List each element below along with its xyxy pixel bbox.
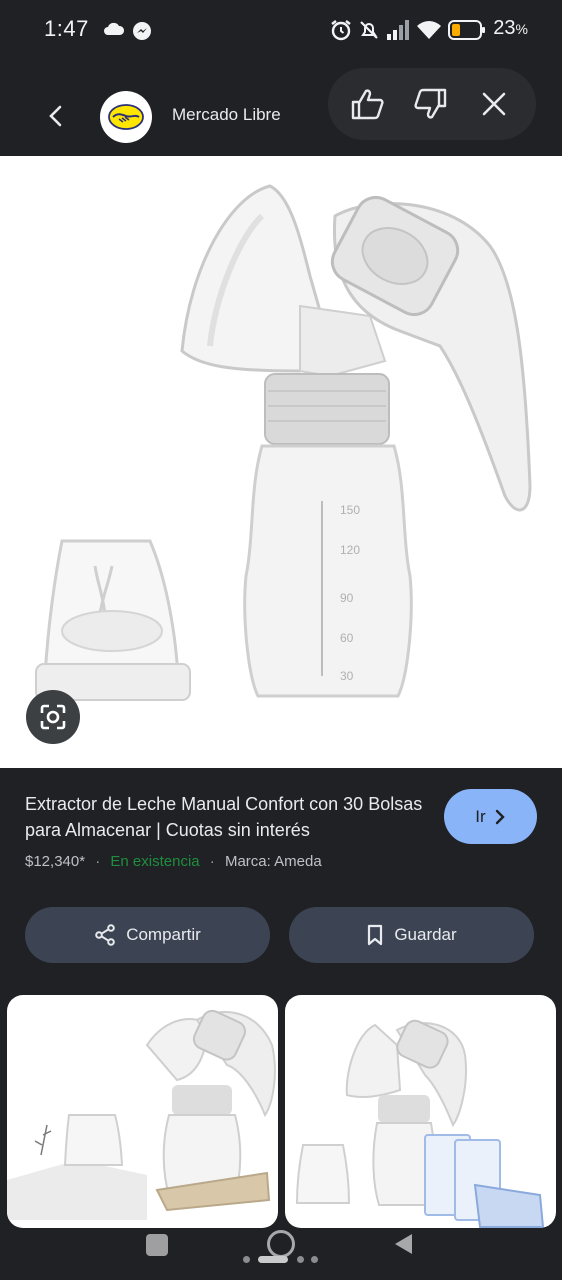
- status-bar: 1:47 23%: [0, 0, 562, 60]
- related-image-1[interactable]: [7, 995, 278, 1228]
- alarm-icon: [330, 19, 352, 46]
- separator-dot: ·: [209, 853, 215, 870]
- messenger-icon: [132, 21, 152, 46]
- home-nav-icon[interactable]: [267, 1230, 295, 1258]
- google-lens-button[interactable]: [26, 690, 80, 744]
- handshake-logo-icon: [108, 104, 144, 130]
- signal-icon: [386, 19, 410, 46]
- site-name: Mercado Libre: [172, 105, 281, 124]
- page-indicator-dot: [243, 1256, 250, 1263]
- back-button[interactable]: [38, 98, 74, 134]
- product-meta: $12,340* · En existencia · Marca: Ameda: [25, 853, 322, 870]
- product-brand: Marca: Ameda: [224, 853, 322, 870]
- status-time: 1:47: [44, 16, 89, 41]
- save-label: Guardar: [394, 925, 457, 944]
- close-button[interactable]: [474, 86, 514, 122]
- product-title[interactable]: Extractor de Leche Manual Confort con 30…: [25, 791, 425, 843]
- share-button[interactable]: Compartir: [25, 907, 270, 963]
- close-icon: [482, 92, 506, 116]
- cloud-icon: [103, 22, 125, 41]
- svg-text:150: 150: [340, 503, 360, 517]
- go-button-label: Ir: [475, 806, 486, 826]
- svg-text:60: 60: [340, 631, 354, 645]
- battery-percent: 23%: [493, 17, 528, 39]
- share-label: Compartir: [126, 925, 201, 944]
- chevron-right-icon: [495, 809, 505, 824]
- wifi-icon: [416, 19, 442, 46]
- page-indicator-dot: [311, 1256, 318, 1263]
- battery-icon: [448, 19, 486, 46]
- bookmark-icon: [368, 924, 383, 946]
- thumbs-up-button[interactable]: [348, 86, 388, 122]
- related-image-2[interactable]: [285, 995, 556, 1228]
- mute-icon: [358, 19, 380, 46]
- go-button[interactable]: Ir: [444, 789, 537, 844]
- product-image[interactable]: 150 120 90 60 30: [0, 156, 562, 768]
- app-bar: Mercado Libre: [0, 60, 562, 156]
- page-indicator-dot: [297, 1256, 304, 1263]
- recents-nav-icon[interactable]: [146, 1234, 168, 1256]
- product-price: $12,340*: [25, 853, 86, 870]
- related-product-photo: [7, 1009, 276, 1220]
- page-indicator-active: [258, 1256, 288, 1263]
- lens-icon: [40, 704, 66, 730]
- svg-text:30: 30: [340, 669, 354, 683]
- svg-text:120: 120: [340, 543, 360, 557]
- related-product-photo: [295, 1019, 545, 1228]
- stock-status: En existencia: [110, 853, 200, 870]
- thumbs-down-button[interactable]: [410, 86, 450, 122]
- back-arrow-icon: [49, 105, 62, 127]
- back-nav-icon[interactable]: [392, 1232, 414, 1256]
- save-button[interactable]: Guardar: [289, 907, 534, 963]
- share-icon: [95, 924, 115, 946]
- system-nav-bar: [0, 1228, 562, 1280]
- thumbs-up-icon: [351, 89, 384, 120]
- thumbs-down-icon: [414, 88, 447, 119]
- svg-text:90: 90: [340, 591, 354, 605]
- separator-dot: ·: [95, 853, 101, 870]
- breast-pump-illustration: 150 120 90 60 30: [35, 184, 532, 701]
- feedback-actions: [328, 68, 536, 140]
- site-logo: [100, 91, 152, 143]
